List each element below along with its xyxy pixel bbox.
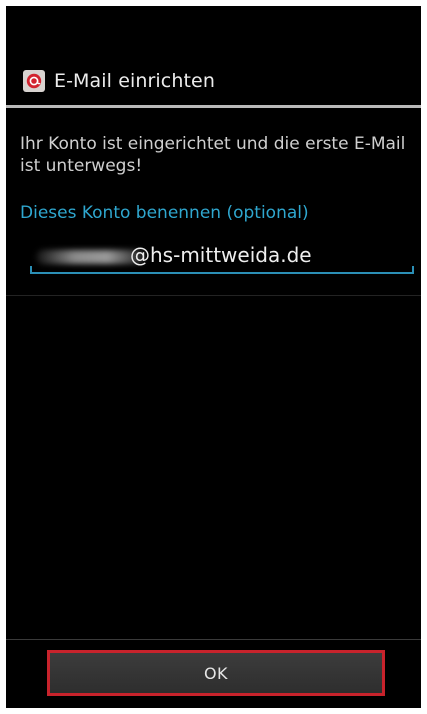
- ok-button-label: OK: [203, 663, 229, 683]
- button-bar-divider: [6, 639, 421, 640]
- dialog-screen: E-Mail einrichten Ihr Konto ist eingeric…: [6, 6, 421, 708]
- title-bar: E-Mail einrichten: [6, 58, 421, 104]
- field-underline: [30, 272, 414, 274]
- field-underline-left-tick: [30, 266, 32, 274]
- dialog-title: E-Mail einrichten: [54, 70, 215, 92]
- account-name-field[interactable]: @hs-mittweida.de: [30, 241, 414, 275]
- account-name-label: Dieses Konto benennen (optional): [20, 203, 309, 223]
- email-app-icon: [23, 70, 45, 92]
- field-underline-right-tick: [412, 266, 414, 274]
- ok-button[interactable]: OK: [47, 650, 385, 696]
- button-bar: OK: [6, 639, 421, 708]
- content-divider: [6, 295, 421, 296]
- success-message: Ihr Konto ist eingerichtet und die erste…: [20, 134, 406, 176]
- account-name-value: @hs-mittweida.de: [130, 243, 312, 267]
- title-divider: [6, 105, 421, 108]
